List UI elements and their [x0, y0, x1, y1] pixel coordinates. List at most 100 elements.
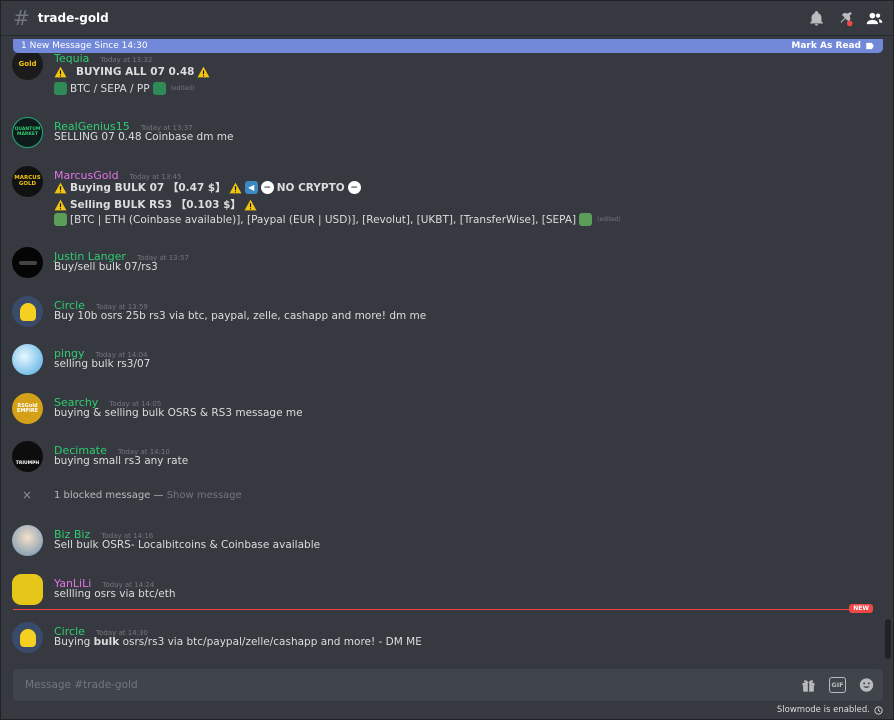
hashtag-icon: #: [13, 6, 30, 30]
message-text: Sell bulk OSRS- Localbitcoins & Coinbase…: [54, 539, 321, 551]
chat-window: # trade-gold 1 New Message Since 14:30 M…: [0, 0, 894, 720]
emoji-icon[interactable]: [858, 677, 875, 693]
edited-tag: (edited): [597, 216, 621, 223]
new-messages-bar[interactable]: 1 New Message Since 14:30 Mark As Read: [13, 39, 883, 53]
warning-icon: [54, 182, 67, 193]
message-line: SELLING 07 0.48 Coinbase dm me: [54, 131, 233, 143]
message-list: Gold Tequia Today at 13:32 BUYING ALL 07…: [1, 53, 883, 663]
message: RSGold EMPIRE Searchy Today at 14:05 buy…: [1, 391, 883, 427]
avatar[interactable]: [12, 296, 43, 327]
mark-as-read-button[interactable]: Mark As Read: [791, 41, 875, 51]
message-text: Buy/sell bulk 07/rs3: [54, 261, 158, 273]
message-text: [BTC | ETH (Coinbase available)], [Paypa…: [70, 213, 577, 226]
message-text: BUYING ALL 07 0.48: [76, 66, 195, 78]
avatar[interactable]: [12, 247, 43, 278]
blocked-label: 1 blocked message —: [54, 489, 167, 501]
slowmode-indicator: Slowmode is enabled.: [777, 705, 883, 715]
message-text: Selling BULK RS3 【0.103 $】: [70, 199, 241, 211]
message-line: buying & selling bulk OSRS & RS3 message…: [54, 407, 303, 419]
gif-button[interactable]: GIF: [829, 677, 846, 693]
mark-read-icon: [866, 42, 874, 50]
timestamp: Today at 13:32: [100, 56, 153, 64]
arrow-left-icon: ◀: [244, 181, 258, 194]
composer-toolbar: GIF: [800, 677, 875, 693]
message-text: BTC / SEPA / PP: [70, 82, 150, 95]
message-text: buying & selling bulk OSRS & RS3 message…: [54, 407, 303, 419]
members-icon[interactable]: [866, 10, 883, 27]
avatar[interactable]: MARCUS GOLD: [12, 166, 43, 197]
show-message-link[interactable]: Show message: [167, 490, 242, 501]
avatar[interactable]: [12, 525, 43, 556]
message-line: Buy 10b osrs 25b rs3 via btc, paypal, ze…: [54, 310, 426, 322]
username[interactable]: Tequia: [54, 53, 89, 65]
message-text: selling bulk rs3/07: [54, 358, 151, 370]
message: Circle Today at 14:30 Buying bulk osrs/r…: [1, 620, 883, 656]
message-text: Buy 10b osrs 25b rs3 via btc, paypal, ze…: [54, 310, 427, 322]
close-icon: ×: [22, 488, 33, 502]
new-messages-text: 1 New Message Since 14:30: [21, 41, 148, 51]
channel-name: trade-gold: [37, 11, 109, 25]
message: Gold Tequia Today at 13:32 BUYING ALL 07…: [1, 53, 883, 95]
slowmode-text: Slowmode is enabled.: [776, 705, 870, 715]
message: Justin Langer Today at 13:57 Buy/sell bu…: [1, 245, 883, 281]
pin-icon[interactable]: [837, 10, 854, 27]
message: Circle Today at 13:59 Buy 10b osrs 25b r…: [1, 294, 883, 330]
message-line: buying small rs3 any rate: [54, 455, 188, 467]
channel-header: # trade-gold: [1, 1, 893, 36]
no-entry-icon: −: [260, 181, 274, 194]
warning-icon: [54, 66, 67, 78]
mark-as-read-label: Mark As Read: [791, 41, 861, 51]
message-text: sellling osrs via btc/eth: [54, 588, 176, 600]
warning-icon: [229, 182, 242, 193]
blocked-message: × 1 blocked message — Show message: [1, 486, 883, 504]
message: Biz Biz Today at 14:16 Sell bulk OSRS- L…: [1, 523, 883, 559]
pepe-emoji-icon: [152, 82, 166, 95]
message-line: [BTC | ETH (Coinbase available)], [Paypa…: [54, 213, 621, 226]
message: pingy Today at 14:04 selling bulk rs3/07: [1, 342, 883, 378]
clock-icon: [874, 705, 883, 715]
avatar[interactable]: [12, 622, 43, 653]
message-text-bold: bulk: [93, 636, 120, 648]
message-line: Buying bulk osrs/rs3 via btc/paypal/zell…: [54, 636, 422, 648]
message-input[interactable]: [25, 679, 725, 691]
message-text: NO CRYPTO: [276, 181, 345, 194]
message-text: SELLING 07 0.48 Coinbase dm me: [54, 131, 234, 143]
message-line: sellling osrs via btc/eth: [54, 588, 176, 600]
gift-icon[interactable]: [800, 677, 817, 693]
avatar[interactable]: Gold: [12, 53, 43, 80]
avatar[interactable]: [12, 344, 43, 375]
message: TRIUMPH Decimate Today at 14:10 buying s…: [1, 439, 883, 475]
warning-icon: [197, 66, 210, 78]
new-badge: NEW: [849, 604, 873, 613]
message-text: Buying BULK 07 【0.47 $】: [70, 182, 226, 194]
message-line: Sell bulk OSRS- Localbitcoins & Coinbase…: [54, 539, 320, 551]
message-composer: GIF: [13, 669, 883, 701]
warning-icon: [54, 199, 67, 210]
money-icon: [54, 213, 67, 226]
message-header: Tequia Today at 13:32: [54, 53, 152, 66]
avatar[interactable]: TRIUMPH: [12, 441, 43, 472]
avatar[interactable]: QUANTUM MARKET: [12, 117, 43, 148]
message-line: BUYING ALL 07 0.48: [54, 66, 210, 78]
bell-icon[interactable]: [808, 10, 825, 27]
scrollbar-thumb[interactable]: [885, 619, 891, 659]
new-messages-divider: NEW: [13, 604, 873, 613]
pepe-emoji-icon: [54, 82, 67, 95]
message-line: Buy/sell bulk 07/rs3: [54, 261, 158, 273]
scrollbar[interactable]: [885, 53, 891, 663]
header-toolbar: [808, 10, 883, 27]
message-text: buying small rs3 any rate: [54, 455, 189, 467]
message-line: Selling BULK RS3 【0.103 $】: [54, 197, 257, 212]
message-line: selling bulk rs3/07: [54, 358, 150, 370]
message-line: Buying BULK 07 【0.47 $】 ◀ − NO CRYPTO −: [54, 180, 361, 195]
blocked-text: 1 blocked message — Show message: [54, 490, 242, 501]
message: YanLiLi Today at 14:24 sellling osrs via…: [1, 572, 883, 608]
message-text: Buying: [54, 636, 94, 648]
money-icon: [579, 213, 593, 226]
avatar[interactable]: [12, 574, 43, 605]
avatar[interactable]: RSGold EMPIRE: [12, 393, 43, 424]
message-line: BTC / SEPA / PP (edited): [54, 82, 194, 95]
no-entry-icon: −: [347, 181, 361, 194]
warning-icon: [244, 199, 257, 210]
message: QUANTUM MARKET RealGenius15 Today at 13:…: [1, 115, 883, 151]
